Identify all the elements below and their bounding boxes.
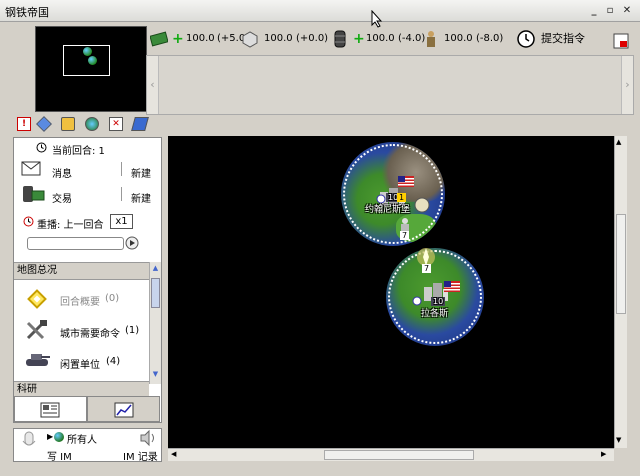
unit-count-badge: 7 (422, 264, 432, 273)
replay-speed-button[interactable]: x1 (110, 214, 133, 229)
oil-barrel-icon (334, 30, 346, 48)
manpower-delta: (-8.0) (476, 33, 504, 44)
alert-icon[interactable]: ! (17, 117, 31, 131)
divider (121, 187, 122, 201)
turn-summary-diamond-icon (27, 289, 47, 309)
globe-icon[interactable] (85, 117, 99, 131)
mouse-cursor-icon (371, 10, 383, 28)
new-message-button[interactable]: 新建 (131, 165, 151, 180)
idle-units-label[interactable]: 闲置单位 (60, 356, 100, 371)
tab-statistics[interactable] (87, 396, 160, 422)
title-bar: 钢铁帝国 _ ▫ ✕ (0, 0, 640, 22)
book-icon[interactable] (131, 117, 149, 131)
message-icon (21, 161, 41, 176)
message-ticker: ‹ › (146, 55, 634, 115)
scroll-down-icon[interactable]: ▼ (151, 370, 160, 380)
production-value: 100.0 (264, 33, 293, 44)
chart-icon (114, 402, 134, 418)
minimap-city-marker (83, 47, 92, 56)
unit-count-badge: 7 (400, 231, 410, 240)
trade-icon (23, 186, 45, 202)
plus-icon: + (172, 31, 184, 47)
oil-value: 100.0 (366, 33, 395, 44)
scroll-up-icon[interactable]: ▲ (151, 264, 160, 274)
chat-panel: ▶ 所有人 写 IM IM 记录 (13, 428, 162, 463)
new-trade-button[interactable]: 新建 (131, 190, 151, 205)
im-log-button[interactable]: IM 记录 (123, 448, 158, 463)
folder-icon[interactable] (61, 117, 75, 131)
manpower-icon (427, 31, 435, 47)
scroll-left-icon[interactable]: ◀ (171, 450, 176, 458)
plus-icon: + (353, 31, 365, 47)
clock-icon (36, 142, 47, 153)
money-value: 100.0 (186, 33, 215, 44)
play-icon[interactable] (125, 236, 139, 250)
turn-summary-count: (0) (105, 293, 120, 304)
city-size-badge: 10 (431, 297, 446, 306)
scroll-right-icon[interactable]: ▶ (601, 450, 606, 458)
end-turn-flag-icon[interactable] (612, 32, 630, 50)
idle-units-count: (4) (106, 356, 121, 367)
scrollbar-thumb[interactable] (616, 214, 626, 314)
turn-summary-label[interactable]: 回合概要 (60, 293, 100, 308)
production-delta: (+0.0) (296, 33, 329, 44)
submit-orders-button[interactable]: 提交指令 (541, 28, 585, 50)
close-button[interactable]: ✕ (620, 4, 634, 18)
divider (121, 162, 122, 176)
unit-count-badge: 1 (397, 193, 407, 202)
city-orders-count: (1) (125, 325, 140, 336)
replay-label: 重播: 上一回合 (37, 220, 104, 231)
control-panel: 当前回合: 1 消息 新建 交易 新建 重播: 上一回合 x1 地图总况 回合概… (13, 137, 162, 423)
speaker-icon[interactable] (138, 429, 158, 447)
overview-scrollbar[interactable]: ▲ ▼ (149, 262, 161, 384)
microphone-icon[interactable] (21, 431, 37, 453)
city-orders-label[interactable]: 城市需要命令 (60, 325, 120, 340)
quit-icon[interactable]: ✕ (109, 117, 123, 131)
scrollbar-thumb[interactable] (151, 278, 160, 308)
scroll-down-icon[interactable]: ▼ (616, 436, 621, 444)
recipient-label[interactable]: 所有人 (67, 431, 97, 446)
city-name-johannesburg[interactable]: 约翰尼斯堡 (365, 202, 410, 215)
game-map[interactable]: 10 1 约翰尼斯堡 7 7 10 拉各斯 (168, 136, 614, 448)
ticker-scroll-right-button[interactable]: › (621, 56, 633, 114)
panel-tabs (14, 396, 161, 422)
write-im-button[interactable]: 写 IM (47, 448, 72, 463)
scroll-up-icon[interactable]: ▲ (616, 138, 621, 146)
minimap-city-marker (88, 56, 97, 65)
money-icon (150, 31, 168, 47)
map-vertical-scrollbar[interactable]: ▲ ▼ (614, 136, 627, 448)
maximize-button[interactable]: ▫ (603, 4, 617, 18)
production-icon (242, 31, 258, 48)
minimize-button[interactable]: _ (587, 4, 601, 18)
map-overview-header: 地图总况 (14, 262, 161, 280)
manpower-value: 100.0 (444, 33, 473, 44)
window-title: 钢铁帝国 (5, 6, 49, 19)
us-flag-icon (444, 281, 460, 292)
idle-units-tank-icon (26, 354, 50, 366)
replay-progress-bar[interactable] (27, 237, 124, 250)
clock-icon[interactable] (517, 30, 535, 48)
minimap[interactable] (35, 26, 147, 112)
newspaper-icon (40, 402, 60, 418)
diplomacy-icon[interactable] (36, 116, 52, 132)
globe-icon (54, 432, 64, 442)
map-horizontal-scrollbar[interactable]: ◀ ▶ (168, 448, 614, 461)
replay-clock-icon (23, 216, 34, 227)
ticker-scroll-left-button[interactable]: ‹ (147, 56, 159, 114)
unit-emblem-icon[interactable] (413, 196, 431, 214)
recipient-expand-icon[interactable]: ▶ (47, 432, 53, 441)
scrollbar-thumb[interactable] (324, 450, 474, 460)
capital-star-icon (412, 296, 422, 306)
city-name-lagos[interactable]: 拉各斯 (421, 306, 448, 319)
us-flag-icon (398, 176, 414, 187)
tab-reports[interactable] (14, 396, 87, 422)
city-orders-tools-icon (26, 320, 47, 340)
